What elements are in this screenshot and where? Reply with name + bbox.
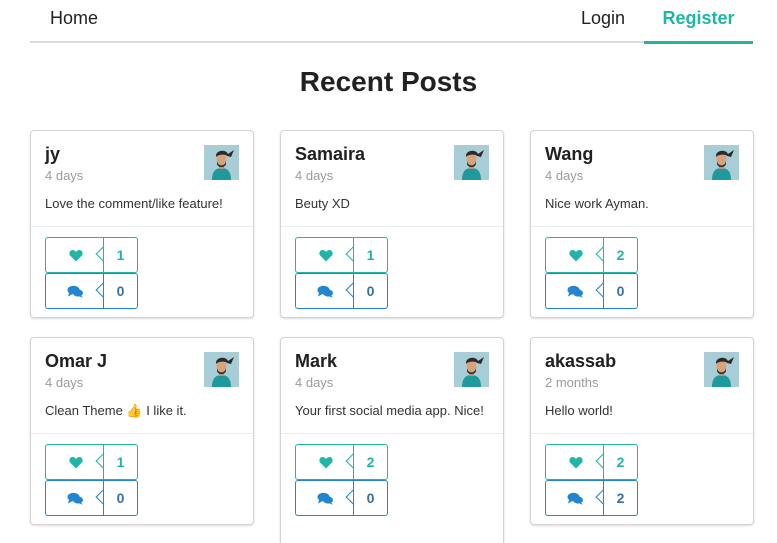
avatar <box>454 145 489 180</box>
post-header: Wang 4 days Nice work Ayman. <box>531 131 753 226</box>
top-menu: Home Login Register <box>30 0 753 44</box>
like-button[interactable]: 1 <box>45 444 138 480</box>
post-card: akassab 2 months Hello world! 2 2 <box>530 337 754 525</box>
heart-icon <box>318 456 333 469</box>
comment-count: 0 <box>103 273 138 309</box>
comment-count: 0 <box>603 273 638 309</box>
like-count: 1 <box>353 237 388 273</box>
comments-icon <box>67 492 84 505</box>
post-card: Samaira 4 days Beuty XD 1 0 <box>280 130 504 318</box>
avatar <box>454 352 489 387</box>
avatar <box>704 145 739 180</box>
comments-icon <box>317 492 334 505</box>
post-header: jy 4 days Love the comment/like feature! <box>31 131 253 226</box>
comment-button[interactable]: 0 <box>295 273 388 309</box>
post-card: Omar J 4 days Clean Theme 👍 I like it. 1… <box>30 337 254 525</box>
comments-icon <box>567 492 584 505</box>
comment-button[interactable]: 0 <box>545 273 638 309</box>
post-card: Mark 4 days Your first social media app.… <box>280 337 504 543</box>
heart-icon <box>568 249 583 262</box>
like-count: 2 <box>603 444 638 480</box>
post-actions: 1 0 <box>281 226 503 319</box>
heart-icon <box>318 249 333 262</box>
comment-count: 0 <box>353 480 388 516</box>
comments-icon <box>317 285 334 298</box>
nav-login-link[interactable]: Login <box>581 0 625 43</box>
post-body: Hello world! <box>545 403 613 418</box>
avatar <box>204 352 239 387</box>
like-count: 1 <box>103 444 138 480</box>
heart-icon <box>68 456 83 469</box>
like-button[interactable]: 2 <box>545 444 638 480</box>
post-header: Omar J 4 days Clean Theme 👍 I like it. <box>31 338 253 433</box>
post-header: Mark 4 days Your first social media app.… <box>281 338 503 433</box>
comment-button[interactable]: 0 <box>295 480 388 516</box>
post-body: Your first social media app. Nice! <box>295 403 484 418</box>
post-actions: 1 0 <box>31 433 253 526</box>
like-button[interactable]: 2 <box>295 444 388 480</box>
like-button[interactable]: 2 <box>545 237 638 273</box>
comment-count: 2 <box>603 480 638 516</box>
comment-button[interactable]: 0 <box>45 480 138 516</box>
like-button[interactable]: 1 <box>45 237 138 273</box>
like-button[interactable]: 1 <box>295 237 388 273</box>
avatar <box>204 145 239 180</box>
post-card: Wang 4 days Nice work Ayman. 2 0 <box>530 130 754 318</box>
avatar <box>704 352 739 387</box>
post-header: akassab 2 months Hello world! <box>531 338 753 433</box>
post-card: jy 4 days Love the comment/like feature!… <box>30 130 254 318</box>
post-actions: 2 2 <box>531 433 753 526</box>
comment-count: 0 <box>353 273 388 309</box>
post-actions: 1 0 <box>31 226 253 319</box>
comment-button[interactable]: 0 <box>45 273 138 309</box>
post-body: Clean Theme 👍 I like it. <box>45 403 187 418</box>
like-count: 2 <box>603 237 638 273</box>
like-count: 2 <box>353 444 388 480</box>
post-body: Nice work Ayman. <box>545 196 649 211</box>
nav-home-link[interactable]: Home <box>50 0 98 43</box>
comment-count: 0 <box>103 480 138 516</box>
post-actions: 2 0 <box>281 433 503 526</box>
post-body: Beuty XD <box>295 196 350 211</box>
nav-register-link[interactable]: Register <box>644 0 753 44</box>
heart-icon <box>68 249 83 262</box>
post-header: Samaira 4 days Beuty XD <box>281 131 503 226</box>
heart-icon <box>568 456 583 469</box>
comments-icon <box>67 285 84 298</box>
comments-icon <box>567 285 584 298</box>
page-title: Recent Posts <box>299 66 478 97</box>
like-count: 1 <box>103 237 138 273</box>
comment-button[interactable]: 2 <box>545 480 638 516</box>
post-body: Love the comment/like feature! <box>45 196 223 211</box>
post-actions: 2 0 <box>531 226 753 319</box>
